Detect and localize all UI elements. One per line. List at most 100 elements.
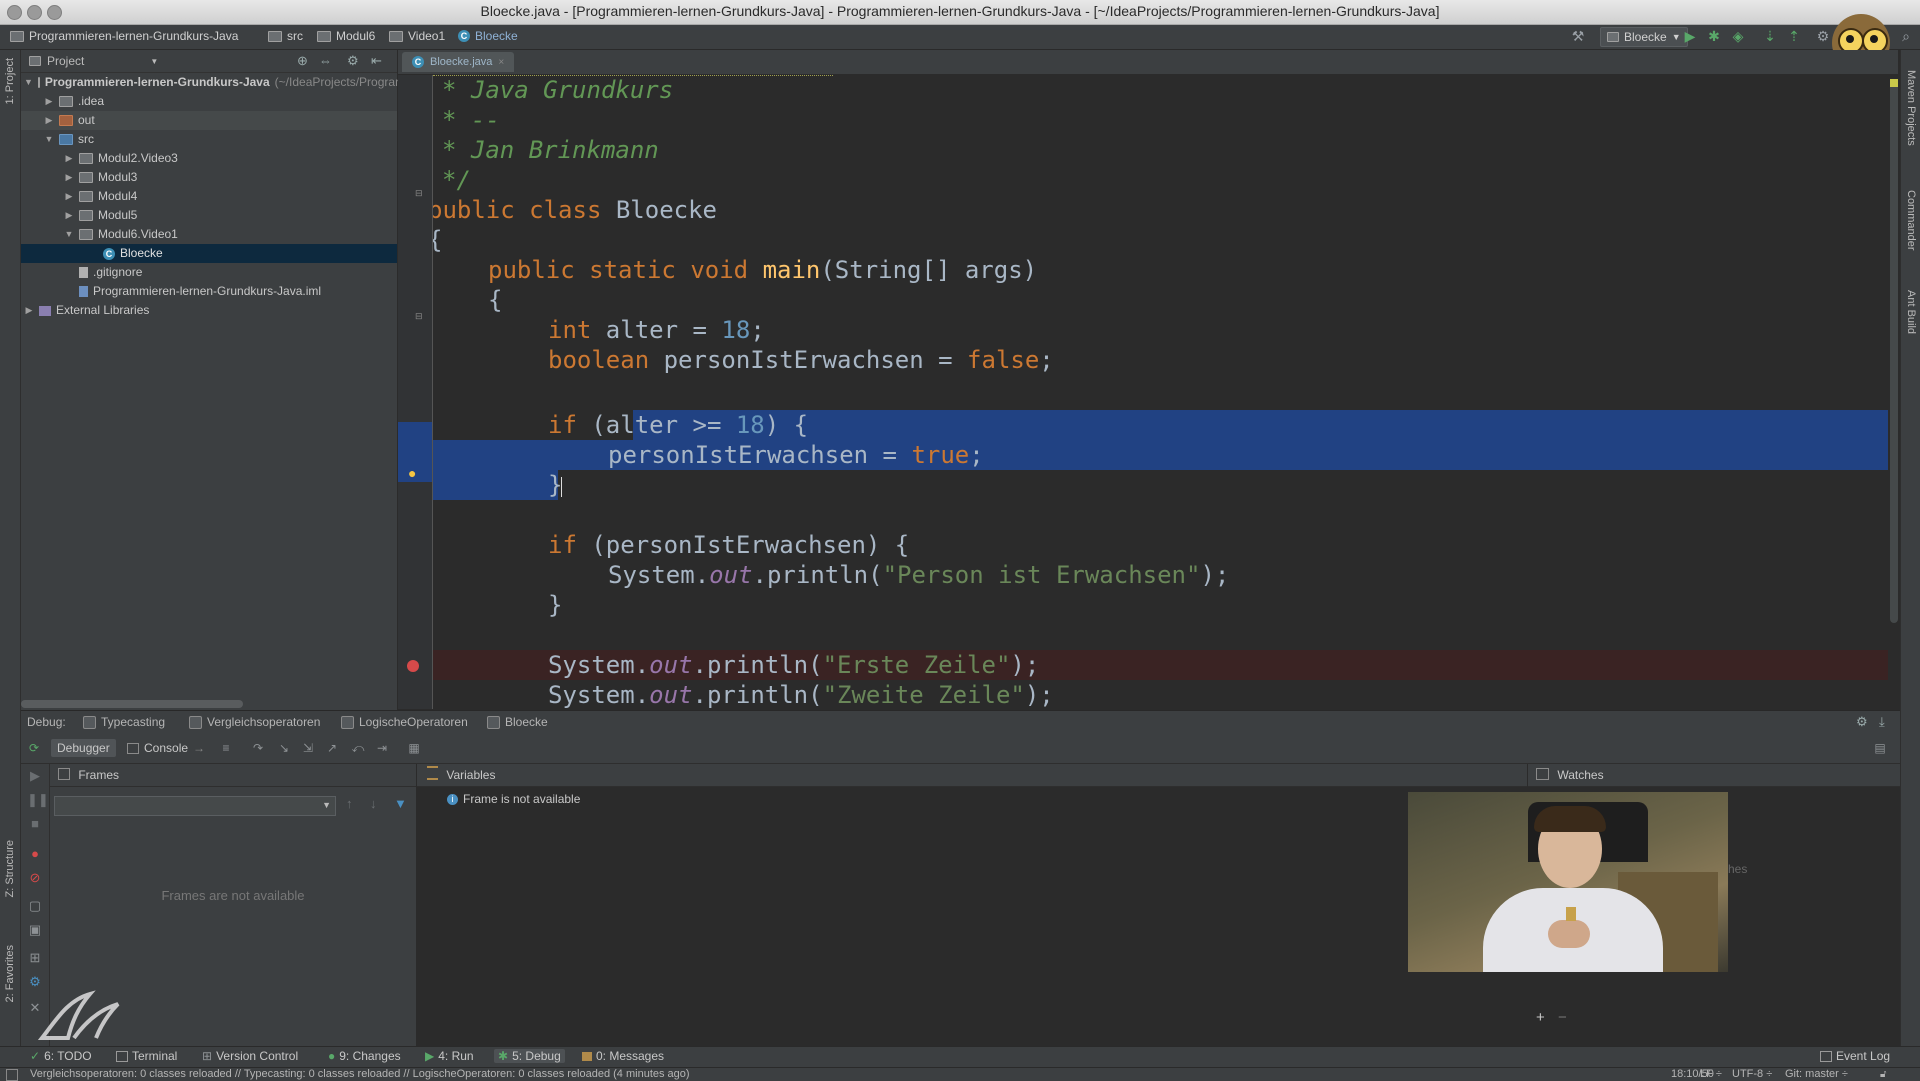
expand-arrow-icon[interactable]: ▶ — [44, 92, 54, 111]
close-tab-icon[interactable]: × — [498, 57, 504, 68]
filter-icon[interactable]: ▼ — [394, 796, 407, 811]
editor-gutter[interactable]: ● ⊟ ⊟ — [398, 75, 433, 709]
favorites-tool-tab[interactable]: 2: Favorites — [4, 945, 16, 1002]
breadcrumb-project[interactable]: Programmieren-lernen-Grundkurs-Java — [10, 29, 238, 43]
tree-item-modul2-video3[interactable]: ▶ Modul2.Video3 — [21, 149, 397, 168]
status-message[interactable]: Vergleichsoperatoren: 0 classes reloaded… — [30, 1068, 690, 1081]
tab-console[interactable]: Console → — [121, 739, 211, 757]
hide-panel-icon[interactable]: ⇤ — [371, 53, 382, 69]
force-step-into-icon[interactable]: ⇲ — [301, 741, 315, 755]
breadcrumb-modul6[interactable]: Modul6 — [317, 29, 375, 43]
settings-icon[interactable]: ⚙ — [1815, 28, 1831, 44]
expand-arrow-icon[interactable]: ▼ — [24, 73, 33, 92]
debug-icon[interactable]: ✱ — [1706, 28, 1722, 44]
locate-icon[interactable]: ⊕ — [297, 53, 308, 69]
tree-item-bloecke[interactable]: C Bloecke — [21, 244, 397, 263]
step-out-icon[interactable]: ↗ — [325, 741, 339, 755]
tool-tab-messages[interactable]: 0: Messages — [582, 1049, 664, 1063]
lightbulb-icon[interactable]: ● — [408, 465, 416, 481]
tool-tab-event-log[interactable]: Event Log — [1820, 1049, 1890, 1063]
project-view-select[interactable]: Project ▼ — [29, 54, 158, 68]
step-into-icon[interactable]: ↘ — [277, 741, 291, 755]
commander-tab[interactable]: Commander — [1905, 190, 1917, 251]
vcs-update-icon[interactable]: ⇣ — [1762, 28, 1778, 44]
tree-item-modul6-video1[interactable]: ▼ Modul6.Video1 — [21, 225, 397, 244]
tree-item-modul3[interactable]: ▶ Modul3 — [21, 168, 397, 187]
debug-tab-bloecke[interactable]: Bloecke — [487, 715, 548, 729]
tree-item-project-root[interactable]: ▼ Programmieren-lernen-Grundkurs-Java (~… — [21, 73, 572, 92]
expand-arrow-icon[interactable]: ▼ — [64, 225, 74, 244]
rerun-icon[interactable]: ⟳ — [27, 741, 41, 755]
tab-debugger[interactable]: Debugger — [51, 739, 116, 757]
debug-tab-vergleichsoperatoren[interactable]: Vergleichsoperatoren — [189, 715, 320, 729]
expand-arrow-icon[interactable]: ▶ — [64, 149, 74, 168]
line-separator[interactable]: LF ÷ — [1700, 1068, 1722, 1081]
expand-arrow-icon[interactable]: ▶ — [44, 111, 54, 130]
tool-tab-todo[interactable]: ✓ 6: TODO — [30, 1049, 92, 1063]
evaluate-expression-icon[interactable]: ▦ — [407, 741, 421, 755]
fold-icon[interactable]: ⊟ — [415, 188, 423, 199]
mute-breakpoints-icon[interactable]: ⊘ — [27, 870, 43, 886]
run-configuration-select[interactable]: Bloecke ▼ — [1600, 27, 1688, 47]
scrollbar-thumb[interactable] — [1890, 83, 1898, 623]
run-icon[interactable]: ▶ — [1682, 28, 1698, 44]
lock-icon[interactable]: 🔓︎ — [1880, 1068, 1886, 1081]
expand-arrow-icon[interactable]: ▶ — [64, 187, 74, 206]
debug-tab-logischeoperatoren[interactable]: LogischeOperatoren — [341, 715, 468, 729]
horizontal-scrollbar[interactable] — [21, 700, 243, 708]
pause-icon[interactable]: ❚❚ — [27, 792, 49, 808]
vcs-commit-icon[interactable]: ⇡ — [1786, 28, 1802, 44]
file-encoding[interactable]: UTF-8 ÷ — [1732, 1068, 1772, 1081]
toggle-tool-windows-icon[interactable] — [6, 1069, 18, 1081]
gear-icon[interactable]: ⚙ — [347, 53, 359, 69]
coverage-icon[interactable]: ◈ — [1730, 28, 1746, 44]
drop-frame-icon[interactable]: ⤺ — [351, 741, 365, 755]
code-editor[interactable]: * Java Grundkurs * -- * Jan Brinkmann */… — [433, 75, 1888, 709]
tree-item-modul5[interactable]: ▶ Modul5 — [21, 206, 397, 225]
editor-vertical-scrollbar[interactable] — [1888, 75, 1900, 709]
step-over-icon[interactable]: ↷ — [251, 741, 265, 755]
breakpoint-icon[interactable] — [407, 660, 419, 672]
stop-icon[interactable]: ■ — [27, 816, 43, 832]
expand-arrow-icon[interactable]: ▼ — [44, 130, 54, 149]
tab-bloecke-java[interactable]: C Bloecke.java × — [402, 52, 515, 72]
layout-icon[interactable]: ⊞ — [27, 950, 43, 966]
restore-layout-icon[interactable]: ▣ — [27, 922, 43, 938]
project-tool-tab[interactable]: 1: Project — [4, 58, 16, 104]
restore-layout-icon[interactable]: ▤ — [1873, 741, 1887, 755]
fold-icon[interactable]: ⊟ — [415, 311, 423, 322]
show-execution-point-icon[interactable]: ≡ — [219, 741, 233, 755]
expand-arrow-icon[interactable]: ▶ — [64, 168, 74, 187]
tool-tab-version-control[interactable]: ⊞ Version Control — [202, 1049, 298, 1063]
breadcrumb-src[interactable]: src — [268, 29, 303, 43]
view-breakpoints-icon[interactable]: ● — [27, 846, 43, 862]
expand-arrow-icon[interactable]: ▶ — [24, 301, 34, 320]
tree-item-idea[interactable]: ▶ .idea — [21, 92, 397, 111]
tool-tab-changes[interactable]: ● 9: Changes — [328, 1049, 401, 1063]
analysis-status-icon[interactable] — [1890, 79, 1898, 87]
debug-tab-typecasting[interactable]: Typecasting — [83, 715, 165, 729]
get-thread-dump-icon[interactable]: ▢ — [27, 898, 43, 914]
tree-item-out[interactable]: ▶ out — [21, 111, 397, 130]
tree-item-external-libraries[interactable]: ▶ External Libraries — [21, 301, 397, 320]
tree-item-gitignore[interactable]: .gitignore — [21, 263, 397, 282]
tree-item-src[interactable]: ▼ src — [21, 130, 397, 149]
next-frame-icon[interactable]: ↓ — [370, 796, 377, 811]
build-icon[interactable]: ⚒ — [1570, 28, 1586, 44]
search-everywhere-icon[interactable]: ⌕ — [1898, 28, 1914, 44]
tool-tab-run[interactable]: ▶ 4: Run — [425, 1049, 474, 1063]
collapse-all-icon[interactable]: ⇔ — [319, 53, 332, 68]
ant-build-tab[interactable]: Ant Build — [1905, 290, 1917, 334]
expand-arrow-icon[interactable]: ▶ — [64, 206, 74, 225]
thread-select[interactable]: ▼ — [54, 796, 336, 816]
remove-watch-button[interactable]: − — [1558, 1009, 1567, 1026]
resume-icon[interactable]: ▶ — [27, 768, 43, 784]
tool-tab-debug[interactable]: ✱ 5: Debug — [494, 1049, 565, 1063]
run-to-cursor-icon[interactable]: ⇥ — [375, 741, 389, 755]
git-branch[interactable]: Git: master ÷ — [1785, 1068, 1848, 1081]
maven-projects-tab[interactable]: Maven Projects — [1905, 70, 1917, 146]
breadcrumb-bloecke[interactable]: C Bloecke — [458, 29, 518, 43]
structure-tool-tab[interactable]: Z: Structure — [4, 840, 16, 897]
add-watch-button[interactable]: + — [1536, 1009, 1545, 1026]
previous-frame-icon[interactable]: ↑ — [346, 796, 353, 811]
